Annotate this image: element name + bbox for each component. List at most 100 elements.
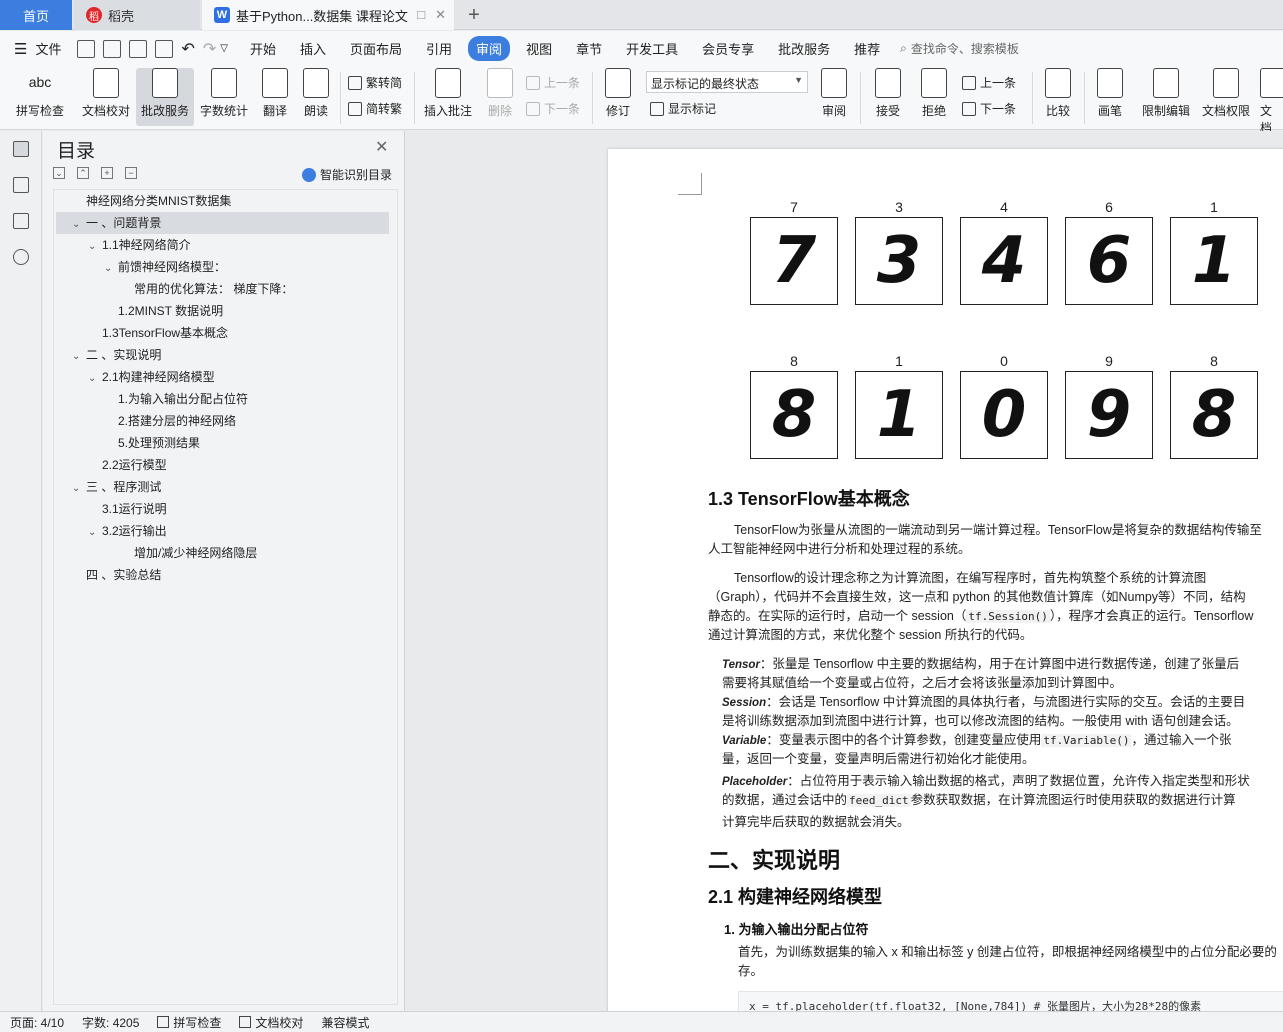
toc-item[interactable]: 3.1运行说明 <box>88 498 167 520</box>
search-icon[interactable] <box>13 249 29 265</box>
next-comment-button[interactable]: 下一条 <box>526 100 580 117</box>
pen-button[interactable]: 画笔 <box>1094 68 1126 119</box>
expand-up-icon[interactable]: ⌃ <box>77 167 89 179</box>
review-service-button[interactable]: 批改服务 <box>136 68 194 126</box>
show-markup-button[interactable]: 显示标记 <box>650 100 716 117</box>
reject-button[interactable]: 拒绝 <box>916 68 952 119</box>
toc-item[interactable]: ⌄ 1.1神经网络简介 <box>88 234 191 256</box>
page-indicator[interactable]: 页面: 4/10 <box>10 1014 64 1031</box>
doc-more-button[interactable]: 文档 <box>1260 68 1283 136</box>
next-change-button[interactable]: 下一条 <box>962 100 1016 117</box>
chevron-down-icon[interactable]: ⌄ <box>88 368 102 390</box>
trad-to-simp-button[interactable]: 繁转简 <box>348 74 402 91</box>
tab-home[interactable]: 首页 <box>0 0 72 30</box>
toc-item[interactable]: ⌄ 前馈神经网络模型： <box>104 256 226 278</box>
document-page[interactable]: 77334466118811009988 1.3 TensorFlow基本概念 … <box>608 149 1283 1011</box>
toc-item[interactable]: 1.3TensorFlow基本概念 <box>88 322 228 344</box>
menu-tab-7[interactable]: 开发工具 <box>618 36 686 61</box>
insert-comment-icon <box>435 68 461 98</box>
chevron-down-icon[interactable]: ⌄ <box>72 478 86 500</box>
menu-tab-4[interactable]: 审阅 <box>468 36 511 61</box>
add-heading-icon[interactable]: + <box>101 167 113 179</box>
collapse-all-icon[interactable]: ⌄ <box>53 167 65 179</box>
document-canvas[interactable]: 77334466118811009988 1.3 TensorFlow基本概念 … <box>406 131 1283 1011</box>
hamburger-icon[interactable]: ☰ <box>14 40 27 58</box>
chevron-down-icon[interactable]: ⌄ <box>104 258 118 280</box>
menu-tab-0[interactable]: 开始 <box>242 36 284 61</box>
toc-item[interactable]: 2.2运行模型 <box>88 454 167 476</box>
prev-comment-button[interactable]: 上一条 <box>526 74 580 91</box>
toc-item[interactable]: 1.为输入输出分配占位符 <box>104 388 248 410</box>
spell-check-status[interactable]: 拼写检查 <box>157 1014 221 1031</box>
doc-permission-button[interactable]: 文档权限 <box>1200 68 1252 119</box>
toc-item[interactable]: 神经网络分类MNIST数据集 <box>72 190 231 212</box>
tab-document[interactable]: W 基于Python...数据集 课程论文 □ ✕ <box>202 0 454 30</box>
float-window-icon[interactable]: □ <box>417 7 425 23</box>
toc-item[interactable]: ⌄ 三 、程序测试 <box>72 476 161 498</box>
toc-item[interactable]: 增加/减少神经网络隐层 <box>120 542 257 564</box>
doc-check-button[interactable]: 文档校对 <box>80 68 132 119</box>
chapter-nav-icon[interactable] <box>13 177 29 193</box>
menu-tab-3[interactable]: 引用 <box>418 36 460 61</box>
accept-button[interactable]: 接受 <box>870 68 906 119</box>
print-icon[interactable] <box>129 39 148 58</box>
chevron-down-icon[interactable]: ⌄ <box>88 522 102 544</box>
bookmark-icon[interactable] <box>13 213 29 229</box>
read-aloud-button[interactable]: 朗读 <box>300 68 332 119</box>
restrict-edit-label: 限制编辑 <box>1141 104 1190 118</box>
print-preview-icon[interactable] <box>155 39 174 58</box>
toc-item[interactable]: ⌄ 3.2运行输出 <box>88 520 167 542</box>
spell-check-button[interactable]: abc 拼写检查 <box>10 68 70 119</box>
redo-icon[interactable]: ↷ <box>203 39 216 59</box>
review-pane-button[interactable]: 审阅 <box>816 68 852 119</box>
word-count-indicator[interactable]: 字数: 4205 <box>82 1014 139 1031</box>
menu-tab-2[interactable]: 页面布局 <box>342 36 410 61</box>
smart-toc-button[interactable]: 智能识别目录 <box>302 166 392 183</box>
save-icon[interactable] <box>77 39 96 58</box>
undo-icon[interactable]: ↶ <box>181 39 194 59</box>
tab-daoke[interactable]: 稻 稻壳 <box>74 0 200 30</box>
menu-tab-1[interactable]: 插入 <box>292 36 334 61</box>
toc-item[interactable]: 四 、实验总结 <box>72 564 161 586</box>
track-changes-button[interactable]: 修订 <box>600 68 636 119</box>
translate-button[interactable]: 翻译 <box>256 68 294 119</box>
delete-comment-button[interactable]: 删除 <box>482 68 518 119</box>
toc-item[interactable]: 2.搭建分层的神经网络 <box>104 410 236 432</box>
doc-check-status[interactable]: 文档校对 <box>239 1014 303 1031</box>
toc-item[interactable]: ⌄ 一 、问题背景 <box>56 212 389 234</box>
show-markup-label: 显示标记 <box>668 102 717 116</box>
markup-state-select[interactable]: 显示标记的最终状态 ▼ <box>646 71 808 93</box>
chevron-down-icon[interactable]: ⌄ <box>72 214 86 236</box>
chevron-down-icon[interactable]: ⌄ <box>72 346 86 368</box>
search-command[interactable]: ⌕ 查找命令、搜索模板 <box>900 40 1019 57</box>
close-icon[interactable]: ✕ <box>375 137 388 157</box>
prev-change-button[interactable]: 上一条 <box>962 74 1016 91</box>
word-count-button[interactable]: 字数统计 <box>198 68 250 119</box>
menu-tab-5[interactable]: 视图 <box>518 36 560 61</box>
toc-item[interactable]: ⌄ 2.1构建神经网络模型 <box>88 366 215 388</box>
export-pdf-icon[interactable] <box>103 39 122 58</box>
insert-comment-button[interactable]: 插入批注 <box>422 68 474 119</box>
toc-icon[interactable] <box>13 141 29 157</box>
simp-to-trad-button[interactable]: 简转繁 <box>348 100 402 117</box>
menu-bar: ☰ 文件 ↶ ↷ ▽ 开始 插入 页面布局 引用 审阅 视图 章节 开发工具 会员专享 批改服务推… <box>0 31 1283 66</box>
toc-item[interactable]: 常用的优化算法： 梯度下降： <box>120 278 293 300</box>
restrict-edit-button[interactable]: 限制编辑 <box>1140 68 1192 119</box>
chevron-down-icon[interactable]: ▽ <box>220 43 228 54</box>
menu-tab-6[interactable]: 章节 <box>568 36 610 61</box>
toc-item[interactable]: 5.处理预测结果 <box>104 432 200 454</box>
menu-tab-8[interactable]: 会员专享 <box>694 36 762 61</box>
toc-item[interactable]: 1.2MINST 数据说明 <box>104 300 223 322</box>
menu-tab-9[interactable]: 批改服务 <box>770 36 838 61</box>
toc-item[interactable]: ⌄ 二 、实现说明 <box>72 344 161 366</box>
menu-tab-10[interactable]: 推荐 <box>846 36 888 61</box>
chevron-down-icon[interactable]: ⌄ <box>88 236 102 258</box>
digit-label: 8 <box>790 353 798 369</box>
close-tab-icon[interactable]: ✕ <box>435 7 446 23</box>
menu-file[interactable]: 文件 <box>27 36 69 61</box>
compare-button[interactable]: 比较 <box>1040 68 1076 119</box>
term: Session <box>722 697 767 709</box>
pen-label: 画笔 <box>1097 104 1122 118</box>
remove-heading-icon[interactable]: − <box>125 167 137 179</box>
new-tab-button[interactable]: + <box>462 3 486 27</box>
